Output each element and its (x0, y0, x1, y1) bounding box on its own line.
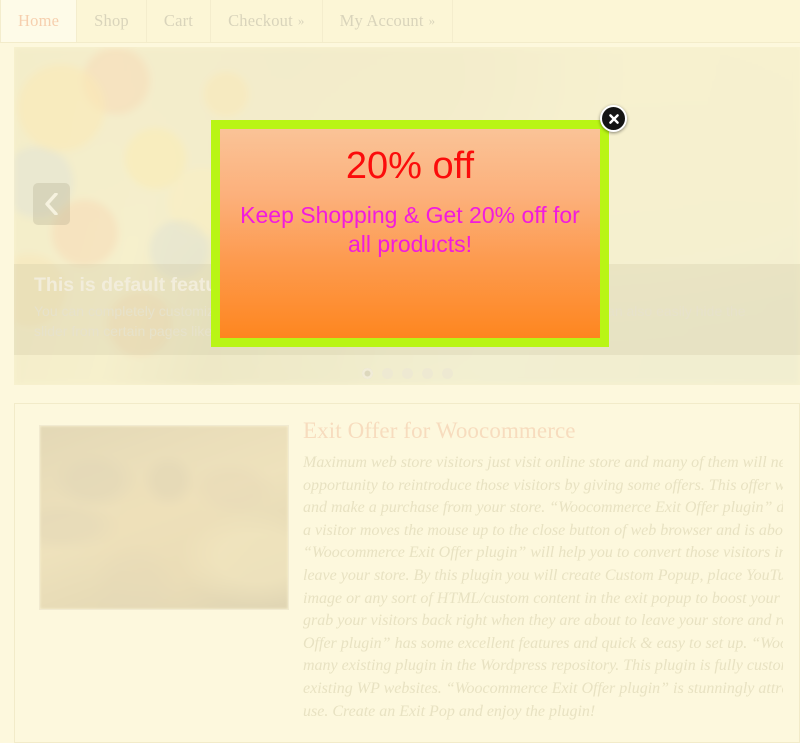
slider-pagination (14, 368, 800, 379)
nav-item-cart[interactable]: Cart (147, 0, 212, 42)
nav-item-label: Shop (94, 11, 129, 30)
post-body-line: opportunity to reintroduce those visitor… (303, 476, 783, 494)
slider-dot-5[interactable] (441, 368, 453, 379)
post-body: Maximum web store visitors just visit on… (303, 452, 783, 723)
nav-item-checkout[interactable]: Checkout » (211, 0, 323, 42)
slider-dot-4[interactable] (421, 368, 433, 379)
post-body-line: image or any sort of HTML/custom content… (303, 589, 783, 607)
popup-close-button[interactable] (600, 105, 627, 132)
post-body-line: and make a purchase from your store. “Wo… (303, 499, 783, 517)
popup-subtext: Keep Shopping & Get 20% off for all prod… (240, 201, 580, 257)
slider-dot-2[interactable] (381, 368, 393, 379)
nav-item-label: Home (18, 11, 60, 30)
nav-item-label: Cart (163, 11, 194, 30)
slider-dot-1[interactable] (361, 368, 373, 379)
page-root: Home Shop Cart Checkout » My Account » T… (0, 0, 800, 743)
post-body-line: grab your visitors back right when they … (303, 612, 783, 630)
popup-heading: 20% off (345, 145, 475, 187)
exit-offer-popup[interactable]: 20% off Keep Shopping & Get 20% off for … (211, 120, 609, 347)
close-x-icon (608, 113, 619, 124)
nav-item-my-account[interactable]: My Account » (323, 0, 454, 42)
post-body-line: Offer plugin” has some excellent feature… (303, 634, 783, 652)
chevron-right-icon: » (428, 13, 436, 28)
post-body-line: a visitor moves the mouse up to the clos… (303, 521, 783, 539)
post-body-line: leave your store. By this plugin you wil… (303, 566, 783, 584)
nav-item-home[interactable]: Home (0, 0, 78, 42)
chevron-right-icon: » (297, 13, 305, 28)
post-body-line: existing WP websites. “Woocommerce Exit … (303, 679, 783, 697)
post-thumbnail-overlay-wash (40, 426, 288, 609)
post-body-line: use. Create an Exit Pop and enjoy the pl… (303, 702, 596, 720)
nav-item-label: My Account (339, 11, 424, 30)
post-body-line: “Woocommerce Exit Offer plugin” will hel… (303, 544, 783, 562)
main-navigation: Home Shop Cart Checkout » My Account » (0, 0, 800, 43)
post-body-line: many existing plugin in the Wordpress re… (303, 657, 783, 675)
post-thumbnail[interactable] (39, 425, 289, 610)
chevron-left-icon (45, 193, 58, 215)
post-body-line: Maximum web store visitors just visit on… (303, 454, 783, 471)
nav-item-shop[interactable]: Shop (77, 0, 147, 42)
slider-dot-3[interactable] (401, 368, 413, 379)
post-card: Exit Offer for Woocommerce Maximum web s… (14, 403, 800, 743)
nav-item-label: Checkout (228, 11, 293, 30)
slider-prev-button[interactable] (33, 183, 70, 225)
